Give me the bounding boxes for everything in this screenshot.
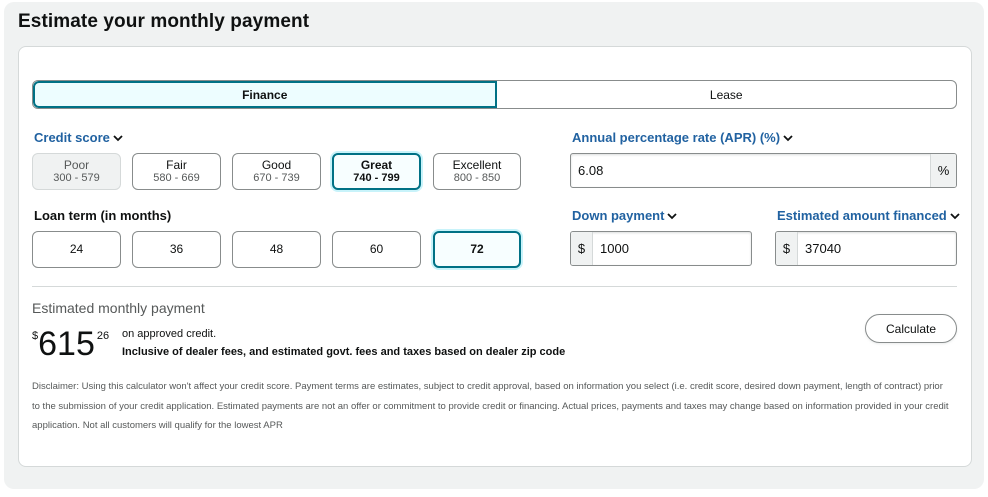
- credit-option-range: 580 - 669: [153, 171, 200, 184]
- credit-option-excellent[interactable]: Excellent 800 - 850: [433, 153, 521, 190]
- down-payment-value[interactable]: 1000: [593, 232, 751, 265]
- loan-term-60[interactable]: 60: [332, 231, 421, 268]
- credit-option-label: Great: [360, 157, 393, 172]
- loan-term-48[interactable]: 48: [232, 231, 321, 268]
- loan-term-option-label: 36: [169, 242, 184, 256]
- inclusive-fees-text: Inclusive of dealer fees, and estimated …: [122, 346, 566, 358]
- page-title: Estimate your monthly payment: [18, 11, 310, 32]
- calculate-button[interactable]: Calculate: [865, 314, 957, 343]
- amount-financed-value[interactable]: 37040: [798, 232, 956, 265]
- chevron-down-icon: [113, 134, 123, 141]
- credit-option-poor: Poor 300 - 579: [32, 153, 121, 190]
- credit-option-fair[interactable]: Fair 580 - 669: [132, 153, 221, 190]
- apr-label: Annual percentage rate (APR) (%): [572, 130, 781, 145]
- loan-term-option-label: 48: [269, 242, 284, 256]
- credit-option-label: Fair: [166, 157, 187, 172]
- down-payment-toggle[interactable]: Down payment: [572, 208, 678, 223]
- loan-term-36[interactable]: 36: [132, 231, 221, 268]
- disclaimer-text: Disclaimer: Using this calculator won't …: [32, 381, 949, 431]
- loan-term-24[interactable]: 24: [32, 231, 121, 268]
- tab-lease[interactable]: Lease: [497, 81, 957, 108]
- monthly-payment-price: $ 615 26: [32, 326, 109, 362]
- chevron-down-icon: [950, 212, 960, 219]
- down-payment-label: Down payment: [572, 208, 665, 223]
- amount-financed-toggle[interactable]: Estimated amount financed: [777, 208, 961, 223]
- apr-toggle[interactable]: Annual percentage rate (APR) (%): [572, 130, 794, 145]
- loan-term-option-label: 72: [470, 242, 484, 256]
- price-whole: 615: [38, 325, 95, 363]
- loan-term-label: Loan term (in months): [34, 208, 172, 223]
- dollar-prefix: $: [571, 232, 593, 265]
- amount-financed-input[interactable]: $ 37040: [775, 231, 957, 266]
- amount-financed-label: Estimated amount financed: [777, 208, 947, 223]
- credit-option-good[interactable]: Good 670 - 739: [232, 153, 321, 190]
- credit-score-toggle[interactable]: Credit score: [34, 130, 124, 145]
- credit-option-range: 670 - 739: [253, 171, 300, 184]
- credit-option-range: 800 - 850: [453, 171, 501, 184]
- credit-option-label: Good: [261, 157, 292, 172]
- loan-term-option-label: 24: [69, 242, 84, 256]
- dollar-prefix: $: [776, 232, 798, 265]
- loan-term-72[interactable]: 72: [433, 231, 521, 268]
- tab-finance[interactable]: Finance: [33, 81, 497, 108]
- apr-value[interactable]: 6.08: [571, 154, 930, 187]
- percent-suffix: %: [930, 154, 956, 187]
- finance-lease-tabs: Finance Lease: [32, 80, 957, 109]
- section-divider: [32, 286, 957, 287]
- credit-option-range: 300 - 579: [53, 171, 100, 184]
- credit-option-great[interactable]: Great 740 - 799: [332, 153, 421, 190]
- estimate-label: Estimated monthly payment: [32, 300, 205, 316]
- chevron-down-icon: [783, 134, 793, 141]
- credit-option-label: Excellent: [452, 157, 502, 172]
- approved-credit-text: on approved credit.: [122, 328, 217, 340]
- credit-option-range: 740 - 799: [353, 171, 400, 184]
- credit-score-label: Credit score: [34, 130, 110, 145]
- chevron-down-icon: [667, 212, 678, 219]
- price-fraction: 26: [96, 330, 110, 342]
- down-payment-input[interactable]: $ 1000: [570, 231, 752, 266]
- loan-term-option-label: 60: [369, 242, 384, 256]
- apr-input[interactable]: 6.08 %: [570, 153, 957, 188]
- credit-option-label: Poor: [63, 157, 90, 172]
